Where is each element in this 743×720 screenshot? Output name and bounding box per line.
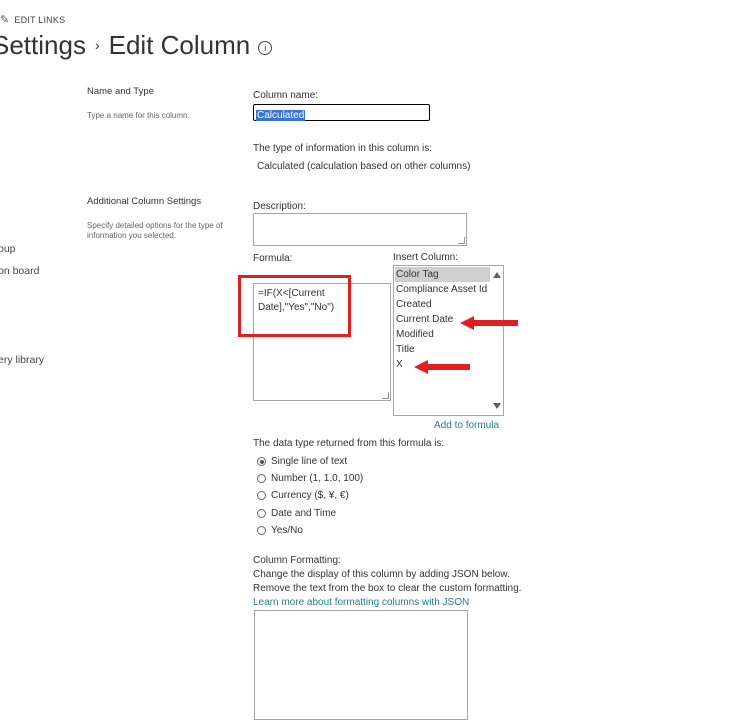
return-type-option[interactable]: Date and Time (257, 508, 336, 519)
formula-label: Formula: (253, 253, 293, 264)
insert-column-option[interactable]: Color Tag (395, 267, 490, 282)
page-title: Settings › Edit Column i (0, 30, 273, 61)
radio-icon[interactable] (257, 526, 266, 535)
insert-column-label: Insert Column: (393, 252, 459, 263)
description-label: Description: (253, 201, 306, 212)
breadcrumb-parent[interactable]: Settings (0, 30, 86, 60)
breadcrumb-separator-icon: › (94, 37, 100, 53)
name-type-heading: Name and Type (87, 86, 154, 97)
name-type-description: Type a name for this column. (87, 111, 190, 120)
return-type-label-text: Currency ($, ¥, €) (271, 490, 349, 501)
insert-column-option[interactable]: Compliance Asset Id (395, 282, 490, 297)
type-info-label: The type of information in this column i… (253, 143, 432, 154)
scroll-down-icon[interactable] (493, 403, 501, 409)
resize-grip-icon[interactable] (382, 392, 389, 399)
return-type-option[interactable]: Currency ($, ¥, €) (257, 490, 349, 501)
annotation-arrow-icon (414, 360, 470, 374)
pencil-icon: ✎ (0, 14, 10, 26)
insert-column-option[interactable]: Created (395, 297, 490, 312)
edit-links-label: EDIT LINKS (14, 14, 66, 25)
return-type-option[interactable]: Single line of text (257, 456, 347, 467)
column-formatting-desc-1: Change the display of this column by add… (253, 569, 510, 580)
return-type-option[interactable]: Yes/No (257, 525, 303, 536)
description-textarea[interactable] (253, 213, 467, 246)
insert-column-listbox[interactable]: Color Tag Compliance Asset Id Created Cu… (393, 265, 504, 416)
annotation-highlight-box (238, 275, 351, 337)
return-type-label-text: Yes/No (271, 525, 303, 536)
column-formatting-desc-2: Remove the text from the box to clear th… (253, 583, 522, 594)
nav-item-group[interactable]: oup (0, 243, 16, 255)
json-formatting-textarea[interactable] (254, 610, 468, 720)
json-formatting-link[interactable]: Learn more about formatting columns with… (253, 597, 469, 608)
radio-icon[interactable] (257, 474, 266, 483)
additional-settings-heading: Additional Column Settings (87, 196, 202, 207)
column-name-label: Column name: (253, 90, 319, 101)
radio-icon[interactable] (257, 509, 266, 518)
additional-settings-description: Specify detailed options for the type of… (87, 221, 223, 240)
return-type-option[interactable]: Number (1, 1.0, 100) (257, 473, 363, 484)
column-name-value: Calculated (256, 110, 306, 121)
info-icon[interactable]: i (258, 41, 273, 55)
return-type-label-text: Single line of text (271, 456, 348, 467)
add-to-formula-link[interactable]: Add to formula (434, 420, 499, 431)
listbox-scrollbar[interactable] (491, 266, 503, 415)
nav-item-library[interactable]: ery library (0, 354, 44, 366)
radio-checked-icon[interactable] (257, 457, 266, 466)
return-type-label: The data type returned from this formula… (253, 438, 445, 449)
annotation-arrow-icon (460, 316, 518, 330)
column-name-input[interactable]: Calculated (253, 104, 430, 121)
return-type-label-text: Date and Time (271, 508, 337, 519)
edit-links[interactable]: ✎ EDIT LINKS (0, 13, 65, 26)
resize-grip-icon[interactable] (458, 237, 465, 244)
column-formatting-label: Column Formatting: (253, 555, 341, 566)
radio-icon[interactable] (257, 491, 266, 500)
type-info-value: Calculated (calculation based on other c… (257, 161, 471, 172)
return-type-label-text: Number (1, 1.0, 100) (271, 473, 364, 484)
scroll-up-icon[interactable] (493, 272, 501, 278)
insert-column-option[interactable]: Title (395, 342, 490, 357)
breadcrumb-current: Edit Column (108, 30, 251, 60)
nav-item-board[interactable]: on board (0, 265, 39, 277)
